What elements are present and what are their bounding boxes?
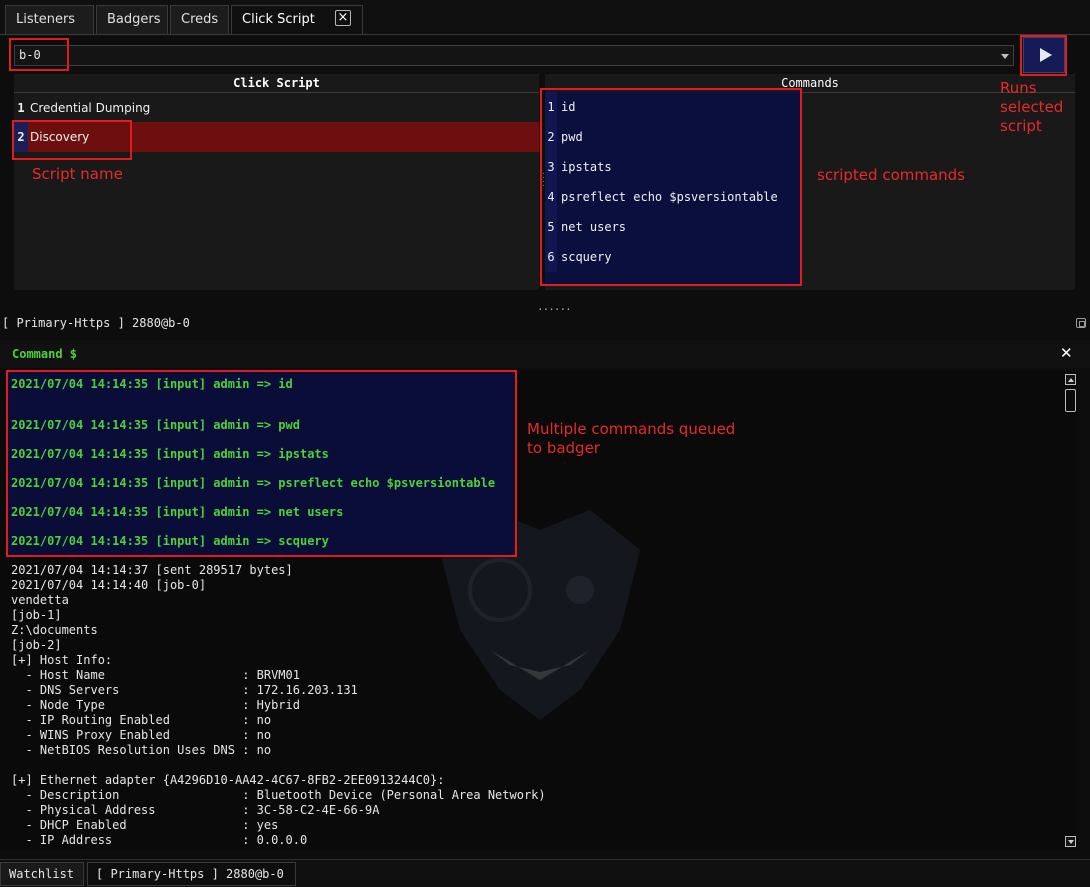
row-number: 1	[17, 101, 25, 115]
tab-label: Click Script	[242, 12, 315, 27]
tab-label: Creds	[181, 12, 219, 27]
annotation-queued-commands: Multiple commands queued to badger	[527, 420, 736, 457]
chevron-down-icon	[1001, 54, 1009, 59]
tab-watchlist[interactable]: Watchlist	[0, 862, 84, 886]
horizontal-splitter-handle[interactable]: ······	[537, 303, 572, 316]
annotation-scripted-commands: scripted commands	[817, 166, 966, 184]
console-output-line: - WINS Proxy Enabled : no	[11, 728, 272, 742]
scroll-thumb[interactable]	[1065, 389, 1076, 412]
tab-click-script[interactable]: Click Script ×	[231, 5, 363, 34]
script-item-credential-dumping[interactable]: 1 Credential Dumping	[14, 93, 539, 123]
console-output-line: - IP Address : 0.0.0.0	[11, 833, 308, 847]
console-output-line: - IP Routing Enabled : no	[11, 713, 272, 727]
console-title: [ Primary-Https ] 2880@b-0	[2, 316, 190, 330]
annotation-box-script-name	[12, 120, 132, 160]
detach-icon[interactable]	[1076, 318, 1086, 328]
console-output-line: [job-2]	[11, 638, 62, 652]
console-output-line: [+] Ethernet adapter {A4296D10-AA42-4C67…	[11, 773, 445, 787]
annotation-box-badger	[9, 38, 69, 71]
app-window: Listeners Badgers Creds Click Script × b…	[0, 0, 1090, 887]
console-output-line: vendetta	[11, 593, 69, 607]
console-output-line: - DHCP Enabled : yes	[11, 818, 279, 832]
console-output-line: - Physical Address : 3C-58-C2-4E-66-9A	[11, 803, 380, 817]
annotation-script-name: Script name	[32, 165, 123, 183]
close-icon[interactable]: ×	[335, 10, 351, 26]
scroll-up-icon[interactable]	[1065, 374, 1076, 385]
console-output-line: 2021/07/04 14:14:40 [job-0]	[11, 578, 207, 592]
console-output-line: Z:\documents	[11, 623, 98, 637]
console-output-line: 2021/07/04 14:14:37 [sent 289517 bytes]	[11, 563, 293, 577]
console-output-line: - DNS Servers : 172.16.203.131	[11, 683, 358, 697]
command-prompt[interactable]: Command $	[12, 347, 77, 361]
tab-badgers[interactable]: Badgers	[96, 5, 168, 34]
bottom-tab-bar: Watchlist [ Primary-Https ] 2880@b-0	[0, 859, 1090, 887]
annotation-box-commands	[540, 88, 802, 286]
tab-console-session[interactable]: [ Primary-Https ] 2880@b-0	[87, 862, 296, 886]
close-icon[interactable]: ✕	[1060, 344, 1073, 362]
tab-listeners[interactable]: Listeners	[5, 5, 94, 34]
console-output-line: - NetBIOS Resolution Uses DNS : no	[11, 743, 272, 757]
console-output-line: - Host Name : BRVM01	[11, 668, 300, 682]
tab-creds[interactable]: Creds	[170, 5, 229, 34]
tab-bar: Listeners Badgers Creds Click Script ×	[0, 0, 1090, 36]
annotation-runs-selected-script: Runs selected script	[1000, 79, 1064, 135]
tab-label: Watchlist	[9, 867, 75, 881]
console-output-line: [job-1]	[11, 608, 62, 622]
console-header: Command $ ✕	[0, 340, 1090, 368]
script-list-header: Click Script	[14, 74, 539, 93]
annotation-box-queued	[6, 370, 517, 557]
annotation-box-run	[1020, 35, 1067, 76]
script-item-label: Credential Dumping	[30, 101, 151, 115]
tab-label: Listeners	[16, 12, 76, 27]
scroll-down-icon[interactable]	[1065, 836, 1076, 847]
console-output-line: - Description : Bluetooth Device (Person…	[11, 788, 546, 802]
console-output-line: [+] Host Info:	[11, 653, 113, 667]
tabbar-divider	[0, 34, 1090, 35]
console-scrollbar[interactable]	[1064, 372, 1078, 850]
badger-select[interactable]: b-0	[14, 45, 1014, 66]
tab-label: [ Primary-Https ] 2880@b-0	[96, 867, 284, 881]
console-output-line: - Node Type : Hybrid	[11, 698, 300, 712]
tab-label: Badgers	[107, 12, 161, 27]
